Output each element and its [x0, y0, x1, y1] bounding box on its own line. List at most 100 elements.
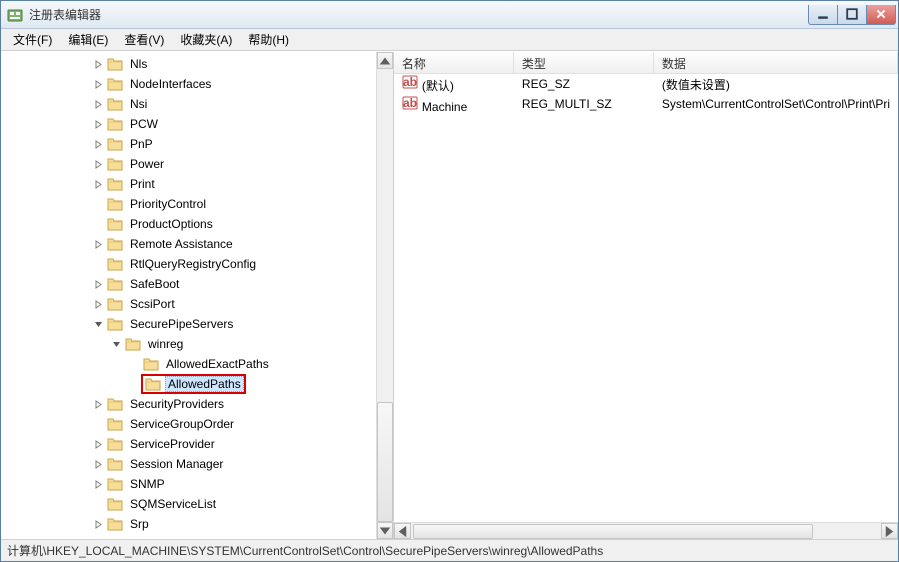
menu-favorites[interactable]: 收藏夹(A) — [172, 29, 240, 50]
tree-item[interactable]: Srp — [1, 514, 393, 534]
tree-item-label: SQMServiceList — [127, 496, 219, 512]
tree-item[interactable]: ProductOptions — [1, 214, 393, 234]
tree-item[interactable]: Nsi — [1, 94, 393, 114]
scroll-track[interactable] — [411, 523, 881, 539]
tree-item[interactable]: PnP — [1, 134, 393, 154]
expander-closed-icon[interactable] — [91, 297, 105, 311]
tree-item[interactable]: ScsiPort — [1, 294, 393, 314]
folder-icon — [107, 477, 123, 491]
menu-file[interactable]: 文件(F) — [5, 29, 60, 50]
expander-closed-icon[interactable] — [91, 177, 105, 191]
svg-text:ab: ab — [403, 75, 417, 89]
tree-pane: NlsNodeInterfacesNsiPCWPnP Power PrintPrio… — [1, 52, 394, 539]
app-icon — [7, 7, 23, 23]
tree-item-label: Power — [127, 156, 167, 172]
tree-view[interactable]: NlsNodeInterfacesNsiPCWPnP Power PrintPrio… — [1, 52, 393, 536]
column-header-data[interactable]: 数据 — [654, 52, 898, 73]
folder-icon — [107, 297, 123, 311]
column-header-type[interactable]: 类型 — [514, 52, 654, 73]
tree-item[interactable]: NodeInterfaces — [1, 74, 393, 94]
menubar: 文件(F) 编辑(E) 查看(V) 收藏夹(A) 帮助(H) — [1, 29, 898, 51]
menu-edit[interactable]: 编辑(E) — [60, 29, 116, 50]
scroll-down-arrow-icon[interactable] — [377, 522, 393, 539]
tree-item-label: ScsiPort — [127, 296, 178, 312]
tree-item[interactable]: SQMServiceList — [1, 494, 393, 514]
tree-item[interactable]: winreg — [1, 334, 393, 354]
tree-item-label: ProductOptions — [127, 216, 216, 232]
expander-closed-icon[interactable] — [91, 237, 105, 251]
tree-item[interactable]: Nls — [1, 54, 393, 74]
tree-item[interactable]: SecurityProviders — [1, 394, 393, 414]
tree-item[interactable]: AllowedPaths — [1, 374, 393, 394]
expander-closed-icon[interactable] — [91, 477, 105, 491]
folder-icon — [125, 337, 141, 351]
tree-item[interactable]: SNMP — [1, 474, 393, 494]
tree-item[interactable]: Remote Assistance — [1, 234, 393, 254]
folder-icon — [107, 317, 123, 331]
folder-icon — [107, 257, 123, 271]
menu-help[interactable]: 帮助(H) — [240, 29, 297, 50]
list-header: 名称 类型 数据 — [394, 52, 898, 74]
folder-icon — [107, 417, 123, 431]
expander-closed-icon[interactable] — [91, 397, 105, 411]
cell-data: (数值未设置) — [654, 76, 898, 93]
tree-item[interactable]: PCW — [1, 114, 393, 134]
close-button[interactable] — [866, 5, 896, 25]
folder-icon — [107, 277, 123, 291]
tree-item-label: SecurityProviders — [127, 396, 227, 412]
list-row[interactable]: ab(默认)REG_SZ(数值未设置) — [394, 74, 898, 94]
scroll-right-arrow-icon[interactable] — [881, 523, 898, 539]
scroll-up-arrow-icon[interactable] — [377, 52, 393, 69]
string-value-icon: ab — [402, 95, 418, 111]
scroll-track[interactable] — [377, 69, 393, 202]
tree-vertical-scrollbar[interactable] — [376, 52, 393, 539]
expander-closed-icon[interactable] — [91, 517, 105, 531]
expander-open-icon[interactable] — [91, 317, 105, 331]
column-header-name[interactable]: 名称 — [394, 52, 514, 73]
tree-item[interactable]: ServiceProvider — [1, 434, 393, 454]
expander-closed-icon[interactable] — [91, 57, 105, 71]
list-body[interactable]: ab(默认)REG_SZ(数值未设置)abMachineREG_MULTI_SZ… — [394, 74, 898, 522]
tree-item[interactable]: RtlQueryRegistryConfig — [1, 254, 393, 274]
folder-icon — [107, 217, 123, 231]
value-name: Machine — [422, 100, 467, 114]
expander-closed-icon[interactable] — [91, 277, 105, 291]
status-path: 计算机\HKEY_LOCAL_MACHINE\SYSTEM\CurrentCon… — [7, 542, 603, 559]
list-row[interactable]: abMachineREG_MULTI_SZSystem\CurrentContr… — [394, 94, 898, 114]
tree-item-label: AllowedExactPaths — [163, 356, 272, 372]
expander-open-icon[interactable] — [109, 337, 123, 351]
folder-icon — [107, 137, 123, 151]
svg-text:ab: ab — [403, 96, 417, 110]
expander-closed-icon[interactable] — [91, 157, 105, 171]
tree-item[interactable]: SafeBoot — [1, 274, 393, 294]
cell-type: REG_SZ — [514, 77, 654, 91]
cell-name: ab Machine — [394, 95, 514, 114]
tree-item[interactable]: Print — [1, 174, 393, 194]
folder-icon — [107, 237, 123, 251]
window-title: 注册表编辑器 — [29, 6, 809, 23]
list-horizontal-scrollbar[interactable] — [394, 522, 898, 539]
tree-item[interactable]: Session Manager — [1, 454, 393, 474]
scroll-thumb[interactable] — [377, 402, 393, 522]
folder-icon — [107, 77, 123, 91]
folder-icon — [107, 197, 123, 211]
scroll-left-arrow-icon[interactable] — [394, 523, 411, 539]
maximize-button[interactable] — [837, 5, 867, 25]
menu-view[interactable]: 查看(V) — [116, 29, 172, 50]
expander-closed-icon[interactable] — [91, 457, 105, 471]
expander-closed-icon[interactable] — [91, 137, 105, 151]
scroll-thumb[interactable] — [413, 524, 813, 539]
expander-closed-icon[interactable] — [91, 77, 105, 91]
expander-closed-icon[interactable] — [91, 97, 105, 111]
minimize-button[interactable] — [808, 5, 838, 25]
tree-item[interactable]: AllowedExactPaths — [1, 354, 393, 374]
tree-item[interactable]: SecurePipeServers — [1, 314, 393, 334]
main-content: NlsNodeInterfacesNsiPCWPnP Power PrintPrio… — [1, 51, 898, 539]
tree-item[interactable]: ServiceGroupOrder — [1, 414, 393, 434]
tree-item[interactable]: Power — [1, 154, 393, 174]
expander-closed-icon[interactable] — [91, 437, 105, 451]
folder-icon — [145, 377, 161, 391]
expander-closed-icon[interactable] — [91, 117, 105, 131]
expander-none — [127, 377, 141, 391]
tree-item[interactable]: PriorityControl — [1, 194, 393, 214]
